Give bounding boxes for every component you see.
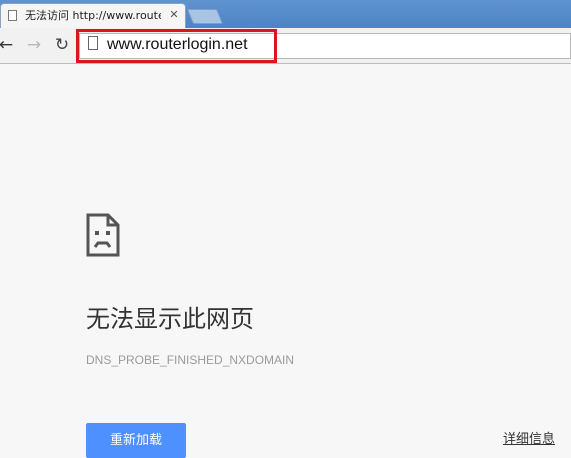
sad-page-icon bbox=[86, 213, 120, 257]
details-link[interactable]: 详细信息 bbox=[503, 431, 555, 449]
back-arrow-icon[interactable]: ← bbox=[0, 34, 16, 56]
new-tab-button[interactable] bbox=[186, 9, 224, 24]
tab-active[interactable]: 无法访问 http://www.routerlogin.net ✕ bbox=[0, 3, 186, 28]
tab-strip: 无法访问 http://www.routerlogin.net ✕ bbox=[0, 0, 571, 28]
error-headline: 无法显示此网页 bbox=[86, 305, 254, 333]
reload-button[interactable]: 重新加载 bbox=[86, 423, 186, 458]
close-icon[interactable]: ✕ bbox=[167, 8, 181, 22]
reload-icon[interactable]: ↻ bbox=[52, 34, 72, 56]
forward-arrow-icon[interactable]: → bbox=[24, 34, 44, 56]
address-highlight-box bbox=[76, 29, 277, 63]
page-icon bbox=[8, 10, 17, 21]
tab-title: 无法访问 http://www.routerlogin.net bbox=[25, 9, 161, 22]
error-code: DNS_PROBE_FINISHED_NXDOMAIN bbox=[86, 353, 295, 367]
